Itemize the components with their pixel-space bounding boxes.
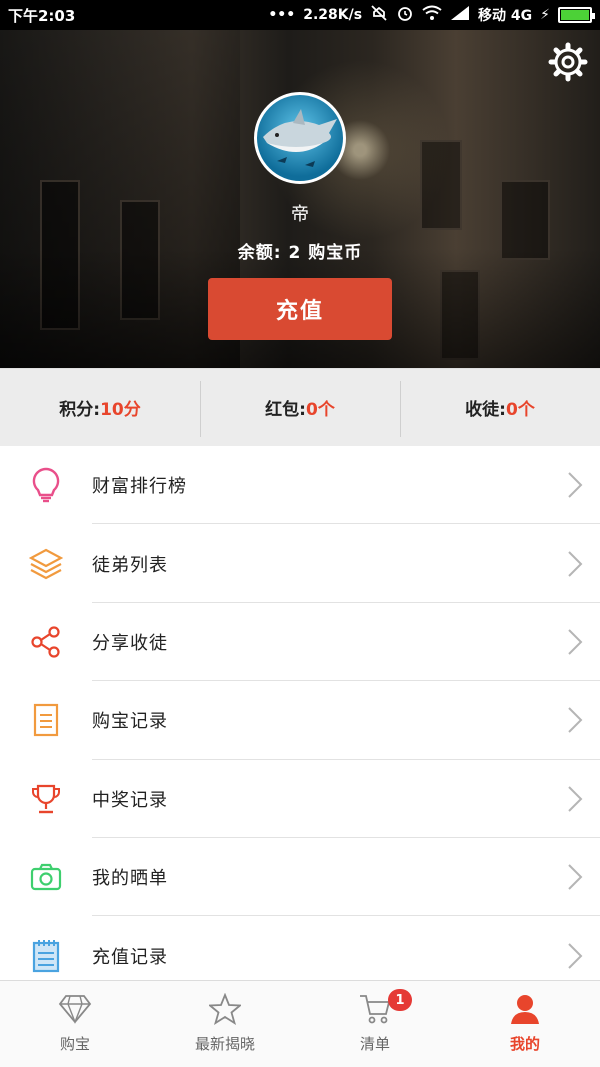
status-time: 下午2:03	[8, 6, 76, 25]
document-icon	[28, 702, 64, 738]
chevron-right-icon	[568, 629, 583, 655]
shark-avatar-image	[263, 109, 337, 167]
stat-value: 0个	[305, 400, 335, 420]
signal-icon	[450, 5, 470, 25]
status-right: ••• 2.28K/s 移动 4G ⚡	[268, 4, 595, 26]
menu-list: 财富排行榜 徒弟列表 分享收徒 购宝记录 中奖记录 我的晒单 充值记录	[0, 446, 600, 995]
share-icon	[28, 624, 64, 660]
stats-row: 积分: 10分 红包: 0个 收徒: 0个	[0, 368, 600, 446]
menu-label: 我的晒单	[92, 868, 168, 890]
username: 帝	[291, 204, 309, 225]
stat-red-packets[interactable]: 红包: 0个	[200, 369, 400, 446]
menu-label: 中奖记录	[92, 789, 168, 811]
tab-cart[interactable]: 清单 1	[300, 981, 450, 1067]
star-icon	[207, 991, 243, 1027]
stat-label: 收徒:	[465, 400, 506, 420]
stat-value: 0个	[505, 400, 535, 420]
menu-label: 财富排行榜	[92, 476, 187, 498]
network-speed: 2.28K/s	[303, 7, 363, 23]
stat-apprentices[interactable]: 收徒: 0个	[400, 369, 600, 446]
charging-icon: ⚡	[540, 7, 550, 23]
chevron-right-icon	[568, 786, 583, 812]
more-dots-icon: •••	[268, 7, 296, 23]
tab-label: 我的	[509, 1035, 540, 1053]
stat-label: 积分:	[59, 400, 101, 420]
gear-icon	[548, 42, 588, 82]
menu-item-share[interactable]: 分享收徒	[0, 603, 600, 682]
alarm-icon	[396, 4, 414, 26]
user-icon	[507, 991, 543, 1027]
tab-label: 最新揭晓	[194, 1035, 255, 1053]
stat-label: 红包:	[265, 400, 306, 420]
tab-label: 清单	[359, 1035, 390, 1053]
chevron-right-icon	[568, 942, 583, 969]
menu-item-my-posts[interactable]: 我的晒单	[0, 838, 600, 917]
chevron-right-icon	[568, 864, 583, 890]
menu-item-winning-records[interactable]: 中奖记录	[0, 760, 600, 838]
menu-label: 充值记录	[92, 946, 168, 968]
lightbulb-icon	[28, 467, 64, 503]
menu-label: 徒弟列表	[92, 554, 168, 576]
diamond-icon	[57, 991, 93, 1027]
tab-mine[interactable]: 我的	[450, 981, 600, 1067]
layers-icon	[28, 546, 64, 582]
menu-item-wealth-ranking[interactable]: 财富排行榜	[0, 446, 600, 525]
menu-label: 分享收徒	[92, 632, 168, 654]
camera-icon	[28, 859, 64, 895]
menu-item-purchase-records[interactable]: 购宝记录	[0, 681, 600, 760]
settings-button[interactable]	[546, 40, 590, 84]
stat-points[interactable]: 积分: 10分	[0, 369, 200, 446]
wifi-icon	[422, 5, 442, 25]
mute-icon	[370, 4, 388, 26]
carrier-label: 移动 4G	[478, 8, 533, 24]
cart-badge: 1	[388, 989, 412, 1011]
menu-item-apprentice-list[interactable]: 徒弟列表	[0, 524, 600, 603]
tab-label: 购宝	[59, 1035, 90, 1053]
chevron-right-icon	[568, 472, 583, 498]
battery-icon	[558, 7, 595, 23]
avatar[interactable]	[254, 92, 346, 184]
stat-value: 10分	[100, 400, 141, 420]
menu-label: 购宝记录	[92, 711, 168, 733]
notepad-icon	[28, 938, 64, 974]
status-bar: 下午2:03 ••• 2.28K/s 移动 4G ⚡	[0, 0, 600, 30]
recharge-button[interactable]: 充值	[208, 278, 392, 340]
trophy-icon	[28, 781, 64, 817]
chevron-right-icon	[568, 707, 583, 734]
balance-text: 余额: 2 购宝币	[237, 243, 363, 263]
tab-home[interactable]: 购宝	[0, 981, 150, 1067]
tab-latest-results[interactable]: 最新揭晓	[150, 981, 300, 1067]
bottom-tab-bar: 购宝 最新揭晓 清单 1 我的	[0, 980, 600, 1067]
chevron-right-icon	[568, 550, 583, 577]
